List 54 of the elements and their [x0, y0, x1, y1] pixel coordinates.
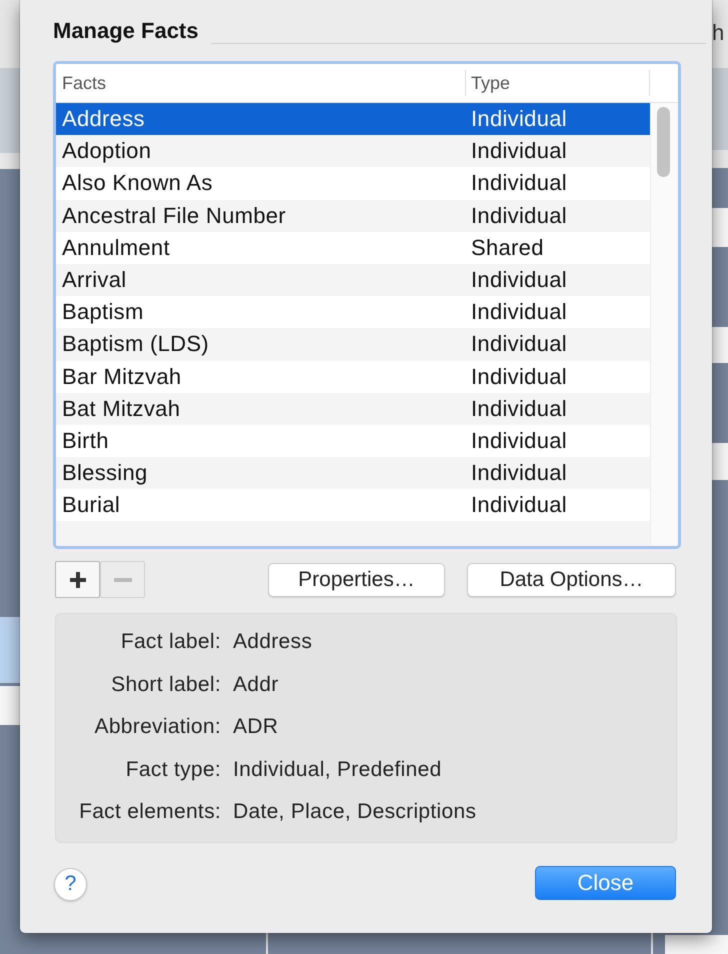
table-cell-text: Blessing	[61, 460, 149, 486]
detail-value: Individual, Predefined	[233, 758, 442, 782]
table-row[interactable]: Blessing Individual	[56, 457, 650, 490]
detail-label: Fact label:	[120, 630, 221, 654]
table-cell-text: Also Known As	[61, 170, 214, 196]
table-cell-text: Address	[61, 106, 146, 132]
table-cell-text: Ancestral File Number	[61, 202, 287, 229]
column-header[interactable]: Facts	[62, 72, 106, 94]
table-cell-text: Annulment	[61, 234, 171, 261]
table-cell-text: Individual	[470, 428, 568, 454]
detail-label: Abbreviation:	[94, 715, 221, 740]
table-cell-text: Individual	[470, 460, 568, 486]
table-cell-text: Individual	[470, 202, 568, 229]
add-button[interactable]	[55, 561, 100, 598]
table-cell-text: Individual	[470, 170, 568, 196]
help-button[interactable]: ?	[54, 868, 87, 900]
table-row[interactable]: Arrival Individual	[56, 264, 650, 296]
column-header[interactable]: Type	[471, 72, 510, 94]
detail-label: Fact type:	[126, 758, 221, 782]
table-cell-text: Bat Mitzvah	[61, 396, 182, 422]
table-cell-text: Individual	[470, 331, 568, 358]
detail-value: Address	[233, 630, 312, 654]
table-cell-text: Individual	[470, 106, 568, 132]
table-cell-text: Adoption	[61, 138, 152, 164]
table-cell-text: Individual	[470, 138, 568, 164]
dialog-title: Manage Facts	[53, 18, 198, 44]
scrollbar-thumb[interactable]	[657, 107, 670, 177]
plus-icon	[70, 572, 86, 588]
table-cell-text: Individual	[470, 299, 568, 326]
table-row[interactable]: Adoption Individual	[56, 135, 650, 168]
data-options-button[interactable]: Data Options…	[467, 563, 676, 597]
table-cell-text: Birth	[61, 428, 110, 454]
table-cell-text: Baptism	[61, 299, 145, 326]
properties-button[interactable]: Properties…	[268, 563, 445, 597]
table-cell-text: Individual	[470, 364, 568, 390]
table-row[interactable]: Baptism (LDS) Individual	[56, 328, 650, 360]
table-cell-text: Burial	[61, 492, 122, 518]
detail-value: ADR	[233, 715, 278, 740]
table-cell-text: Individual	[470, 267, 568, 294]
table-row[interactable]: Address Individual	[56, 103, 650, 136]
table-cell-text: Individual	[470, 396, 568, 422]
table-cell-text: Shared	[470, 234, 545, 261]
table-cell-text: Baptism (LDS)	[61, 331, 210, 358]
detail-value: Addr	[233, 672, 279, 697]
detail-label: Fact elements:	[79, 800, 221, 824]
background-text: h	[712, 21, 724, 45]
table-cell-text: Arrival	[61, 267, 128, 294]
detail-value: Date, Place, Descriptions	[233, 800, 476, 824]
table-cell-text: Individual	[470, 492, 568, 518]
table-cell-text: Bar Mitzvah	[61, 364, 182, 390]
detail-label: Short label:	[111, 672, 221, 697]
table-row[interactable]: Bat Mitzvah Individual	[56, 392, 650, 425]
minus-icon	[114, 578, 132, 582]
table-row[interactable]: Ancestral File Number Individual	[56, 200, 650, 232]
